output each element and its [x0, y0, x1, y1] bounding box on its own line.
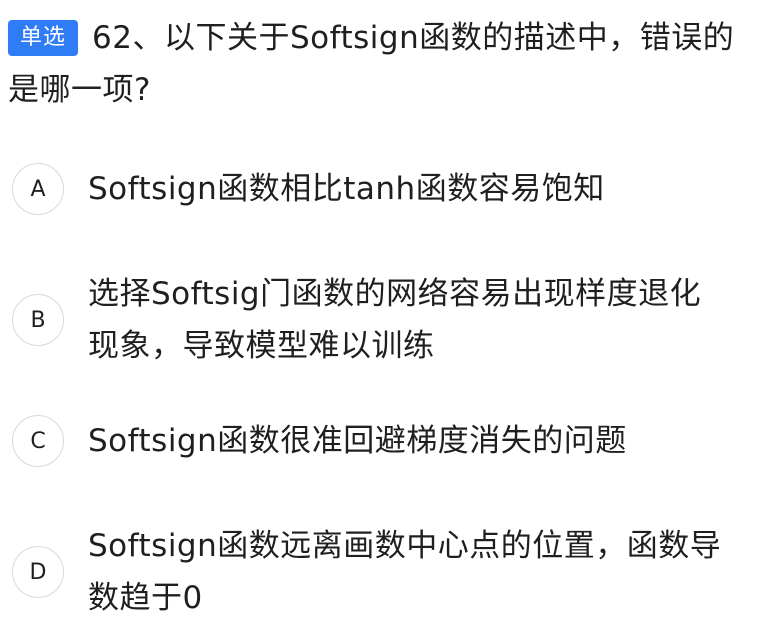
question-type-badge: 单选 — [8, 20, 79, 56]
option-a-text: Softsign函数相比tanh函数容易饱知 — [88, 171, 605, 207]
question-text: 62、以下关于Softsign函数的描述中，错误的是哪一项? — [8, 20, 735, 108]
option-c[interactable]: C Softsign函数很准回避梯度消失的问题 — [12, 415, 728, 467]
option-d-text: Softsign函数远离画数中心点的位置，函数导数趋于0 — [88, 528, 722, 616]
option-c-letter[interactable]: C — [12, 415, 64, 467]
option-b-text: 选择Softsig门函数的网络容易出现样度退化现象，导致模型难以训练 — [88, 276, 702, 364]
option-d-letter[interactable]: D — [12, 546, 64, 598]
option-b-letter[interactable]: B — [12, 294, 64, 346]
question-stem: 单选 62、以下关于Softsign函数的描述中，错误的是哪一项? — [8, 12, 758, 116]
option-a[interactable]: A Softsign函数相比tanh函数容易饱知 — [12, 163, 728, 215]
option-c-text: Softsign函数很准回避梯度消失的问题 — [88, 423, 627, 459]
option-b[interactable]: B 选择Softsig门函数的网络容易出现样度退化现象，导致模型难以训练 — [12, 268, 728, 372]
option-a-letter[interactable]: A — [12, 163, 64, 215]
option-d[interactable]: D Softsign函数远离画数中心点的位置，函数导数趋于0 — [12, 520, 728, 624]
